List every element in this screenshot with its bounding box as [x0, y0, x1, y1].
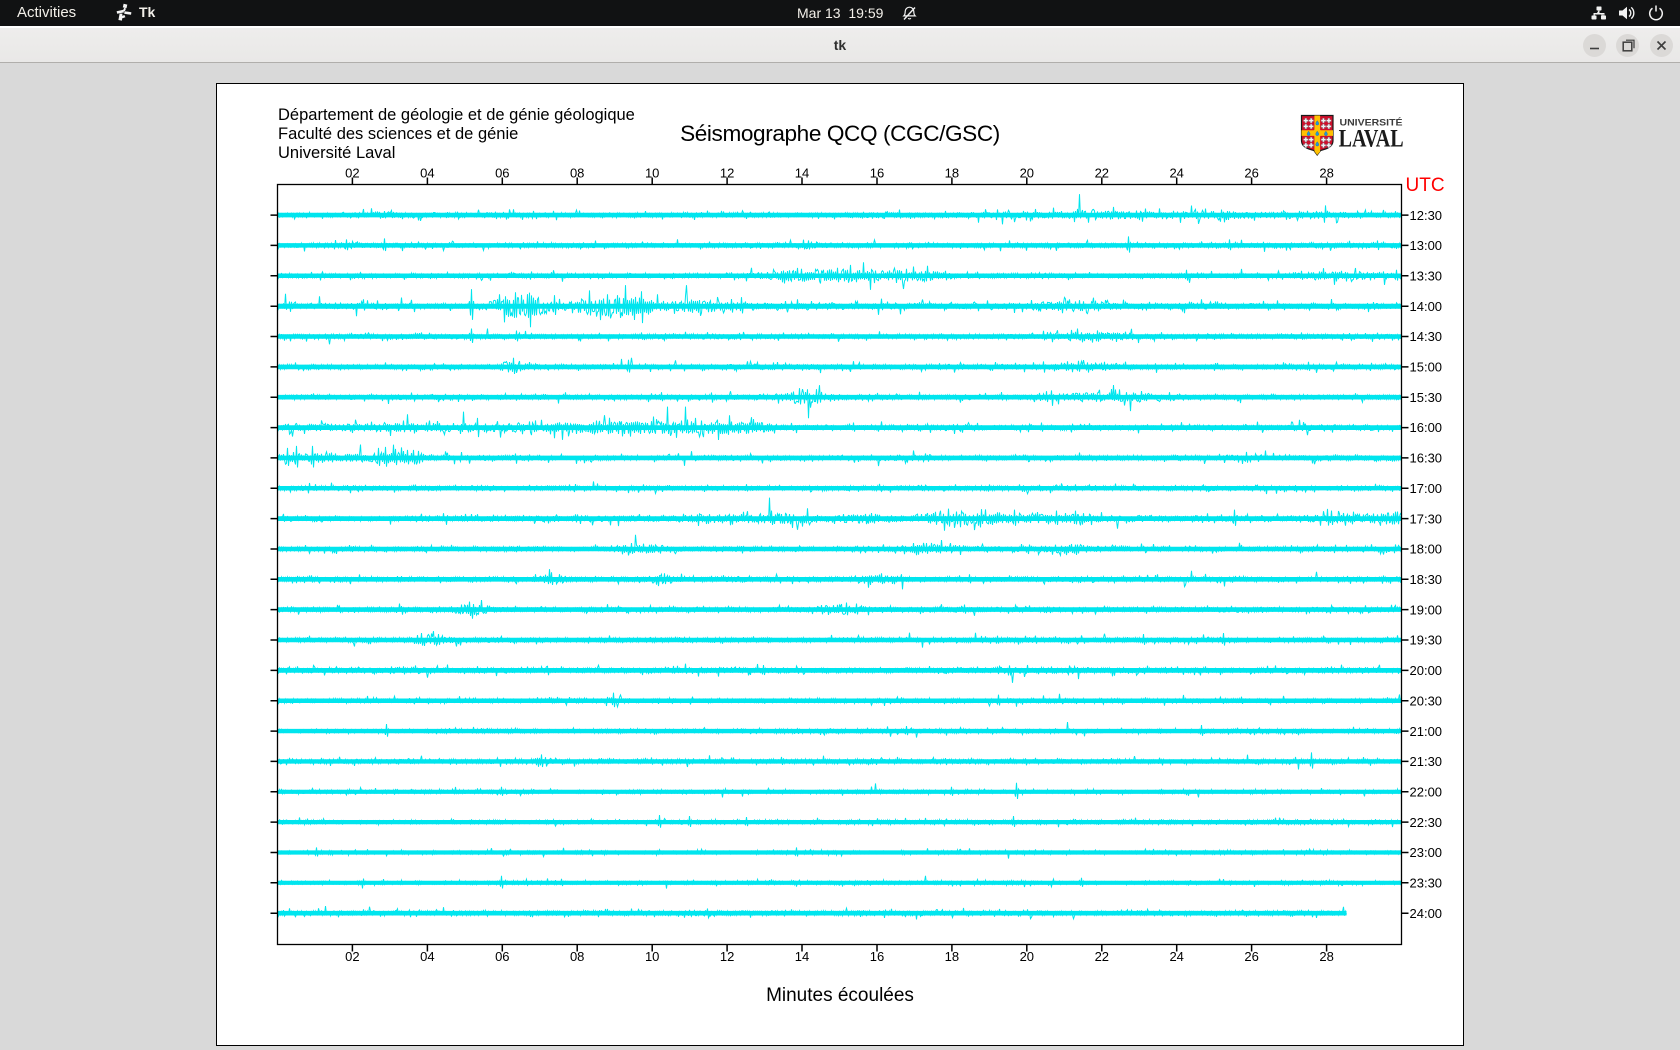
svg-text:20:30: 20:30: [1410, 693, 1443, 708]
svg-text:12: 12: [720, 166, 734, 181]
svg-text:UTC: UTC: [1406, 175, 1445, 196]
svg-text:21:00: 21:00: [1410, 724, 1443, 739]
svg-text:02: 02: [345, 166, 359, 181]
svg-text:14: 14: [795, 949, 809, 964]
svg-text:23:00: 23:00: [1410, 845, 1443, 860]
svg-text:21:30: 21:30: [1410, 754, 1443, 769]
svg-text:28: 28: [1319, 166, 1333, 181]
svg-text:22: 22: [1095, 949, 1109, 964]
svg-text:19:30: 19:30: [1410, 633, 1443, 648]
svg-text:18:30: 18:30: [1410, 572, 1443, 587]
svg-text:22:00: 22:00: [1410, 785, 1443, 800]
svg-text:15:30: 15:30: [1410, 390, 1443, 405]
svg-text:20: 20: [1020, 166, 1034, 181]
svg-text:10: 10: [645, 166, 659, 181]
svg-text:04: 04: [420, 166, 434, 181]
svg-text:16: 16: [870, 166, 884, 181]
svg-text:24: 24: [1169, 949, 1183, 964]
svg-text:02: 02: [345, 949, 359, 964]
svg-text:16:00: 16:00: [1410, 420, 1443, 435]
svg-text:14:30: 14:30: [1410, 329, 1443, 344]
svg-text:28: 28: [1319, 949, 1333, 964]
svg-text:24: 24: [1169, 166, 1183, 181]
svg-text:18:00: 18:00: [1410, 542, 1443, 557]
svg-text:08: 08: [570, 166, 584, 181]
svg-text:18: 18: [945, 166, 959, 181]
svg-text:26: 26: [1244, 166, 1258, 181]
svg-text:08: 08: [570, 949, 584, 964]
svg-text:18: 18: [945, 949, 959, 964]
svg-text:20:00: 20:00: [1410, 663, 1443, 678]
svg-text:19:00: 19:00: [1410, 602, 1443, 617]
svg-text:13:30: 13:30: [1410, 269, 1443, 284]
svg-text:16: 16: [870, 949, 884, 964]
svg-text:17:30: 17:30: [1410, 511, 1443, 526]
svg-text:13:00: 13:00: [1410, 238, 1443, 253]
svg-text:22: 22: [1095, 166, 1109, 181]
svg-text:12:30: 12:30: [1410, 208, 1443, 223]
svg-text:23:30: 23:30: [1410, 876, 1443, 891]
svg-text:04: 04: [420, 949, 434, 964]
svg-text:06: 06: [495, 166, 509, 181]
svg-text:17:00: 17:00: [1410, 481, 1443, 496]
svg-text:16:30: 16:30: [1410, 451, 1443, 466]
svg-text:20: 20: [1020, 949, 1034, 964]
svg-text:14: 14: [795, 166, 809, 181]
svg-text:24:00: 24:00: [1410, 906, 1443, 921]
svg-text:14:00: 14:00: [1410, 299, 1443, 314]
svg-text:06: 06: [495, 949, 509, 964]
svg-text:22:30: 22:30: [1410, 815, 1443, 830]
svg-text:10: 10: [645, 949, 659, 964]
svg-text:12: 12: [720, 949, 734, 964]
svg-text:26: 26: [1244, 949, 1258, 964]
svg-text:15:00: 15:00: [1410, 360, 1443, 375]
